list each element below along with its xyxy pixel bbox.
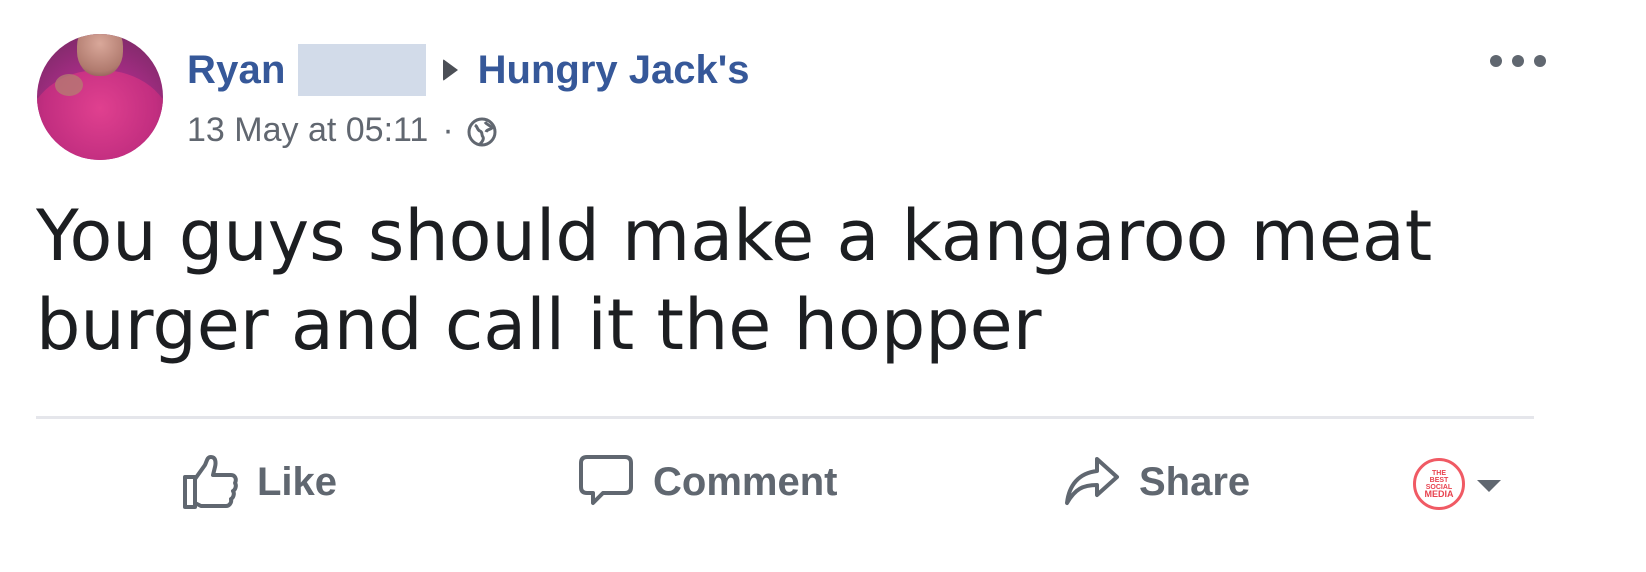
caret-down-icon: [1477, 480, 1501, 492]
thumbs-up-icon: [183, 455, 238, 509]
author-avatar[interactable]: [37, 34, 163, 160]
share-arrow-icon: [1065, 457, 1119, 505]
post-meta: 13 May at 05:11 ·: [187, 110, 498, 150]
speech-bubble-icon: [579, 455, 633, 505]
post-message: You guys should make a kangaroo meat bur…: [36, 195, 1433, 366]
triangle-right-icon: [442, 59, 458, 81]
globe-icon[interactable]: [466, 116, 498, 148]
timestamp-link[interactable]: 13 May at 05:11: [187, 111, 428, 150]
page-logo-avatar: THE BEST SOCIAL MEDIA: [1413, 458, 1465, 510]
share-button[interactable]: Share: [1063, 452, 1250, 512]
author-name-link[interactable]: Ryan: [187, 48, 286, 93]
share-label: Share: [1139, 459, 1251, 504]
comment-label: Comment: [653, 459, 838, 504]
like-button[interactable]: Like: [181, 452, 337, 512]
actions-divider: [36, 416, 1534, 419]
ellipsis-icon[interactable]: [1490, 50, 1546, 72]
like-label: Like: [257, 459, 338, 504]
post-as-selector[interactable]: THE BEST SOCIAL MEDIA: [1413, 458, 1501, 510]
redacted-surname: [297, 44, 426, 96]
meta-separator: ·: [442, 110, 454, 149]
comment-button[interactable]: Comment: [577, 452, 837, 512]
target-page-link[interactable]: Hungry Jack's: [478, 48, 750, 93]
post-header: Ryan Hungry Jack's: [187, 44, 749, 96]
facebook-post: Ryan Hungry Jack's 13 May at 05:11 · You…: [0, 0, 1646, 572]
